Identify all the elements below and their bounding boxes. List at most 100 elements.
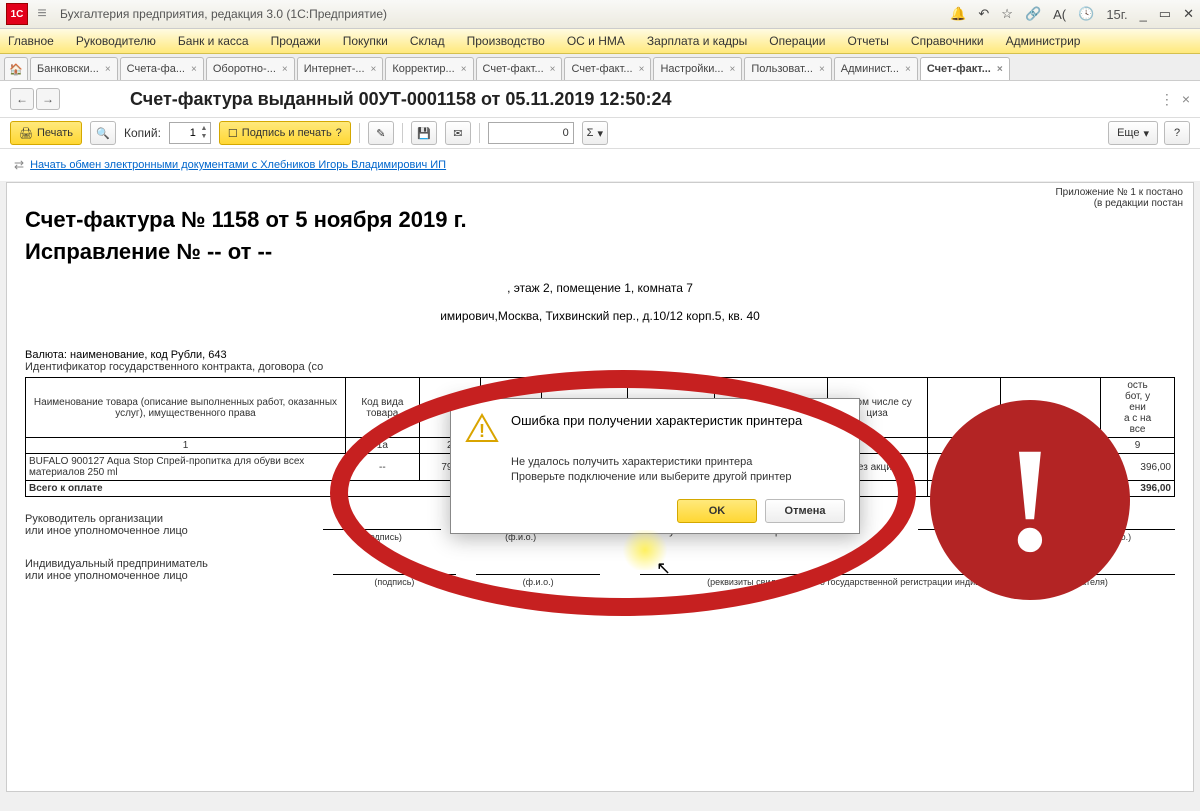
dialog-title: Ошибка при получении характеристик принт… xyxy=(511,413,802,430)
copies-stepper[interactable]: ▲▼ xyxy=(169,122,211,144)
edo-link[interactable]: Начать обмен электронными документами с … xyxy=(30,159,446,171)
th-name: Наименование товара (описание выполненны… xyxy=(26,378,346,438)
tab[interactable]: Счет-факт... × xyxy=(920,57,1010,80)
menu-item[interactable]: Производство xyxy=(467,34,545,48)
tab-close-icon[interactable]: × xyxy=(461,64,467,75)
tab[interactable]: Оборотно-... × xyxy=(206,57,295,80)
menu-item[interactable]: Главное xyxy=(8,34,54,48)
hamburger-icon[interactable]: ≡ xyxy=(32,5,52,23)
tab-label: Пользоват... xyxy=(751,63,813,75)
titlebar: 1C ≡ Бухгалтерия предприятия, редакция 3… xyxy=(0,0,1200,29)
edit-icon[interactable]: ✎ xyxy=(368,121,394,145)
th-code: Код вида товара xyxy=(345,378,419,438)
tab[interactable]: Счет-факт... × xyxy=(564,57,651,80)
sign-print-button[interactable]: ☐ Подпись и печать ? xyxy=(219,121,351,145)
sigma-button[interactable]: Σ ▾ xyxy=(582,121,608,145)
more-icon[interactable]: ⋮ xyxy=(1160,91,1174,108)
menu-item[interactable]: Склад xyxy=(410,34,445,48)
menu-item[interactable]: Операции xyxy=(769,34,825,48)
tab-label: Корректир... xyxy=(392,63,454,75)
preview-button[interactable]: 🔍 xyxy=(90,121,116,145)
tab-close-icon[interactable]: × xyxy=(105,64,111,75)
tab-label: Счет-факт... xyxy=(483,63,544,75)
tab-close-icon[interactable]: × xyxy=(282,64,288,75)
error-dialog: ! Ошибка при получении характеристик при… xyxy=(450,398,860,534)
maximize-icon[interactable]: ▭ xyxy=(1159,6,1171,22)
correction-heading: Исправление № -- от -- xyxy=(25,239,1175,265)
tab-label: Оборотно-... xyxy=(213,63,276,75)
tab[interactable]: Корректир... × xyxy=(385,57,473,80)
tab[interactable]: Пользоват... × xyxy=(744,57,831,80)
sum-field[interactable]: 0 xyxy=(488,122,574,144)
document-header: ← → Счет-фактура выданный 00УТ-0001158 о… xyxy=(0,81,1200,118)
tab-close-icon[interactable]: × xyxy=(730,64,736,75)
address-2: имирович,Москва, Тихвинский пер., д.10/1… xyxy=(25,309,1175,323)
currency-label: Валюта: наименование, код Рубли, 643 xyxy=(25,349,1175,361)
warning-icon: ! xyxy=(465,413,499,443)
close-doc-icon[interactable]: × xyxy=(1182,91,1190,107)
tab[interactable]: Интернет-... × xyxy=(297,57,384,80)
tab-label: Счета-фа... xyxy=(127,63,185,75)
menu-item[interactable]: Покупки xyxy=(343,34,388,48)
minimize-icon[interactable]: _ xyxy=(1140,7,1147,22)
mail-icon[interactable]: ✉ xyxy=(445,121,471,145)
ok-button[interactable]: OK xyxy=(677,499,757,523)
tab[interactable]: Настройки... × xyxy=(653,57,742,80)
tab[interactable]: Счета-фа... × xyxy=(120,57,204,80)
link-bar: ⇄ Начать обмен электронными документами … xyxy=(0,149,1200,182)
app-title: Бухгалтерия предприятия, редакция 3.0 (1… xyxy=(60,7,387,21)
save-icon[interactable]: 💾 xyxy=(411,121,437,145)
tab-label: Счет-факт... xyxy=(571,63,632,75)
nav-back-button[interactable]: ← xyxy=(10,88,34,110)
nav-forward-button[interactable]: → xyxy=(36,88,60,110)
print-button[interactable]: 🖨 Печать xyxy=(10,121,82,145)
bell-icon[interactable]: 🔔 xyxy=(950,6,966,22)
tab-label: Админист... xyxy=(841,63,899,75)
history-icon[interactable]: ↶ xyxy=(978,6,989,22)
svg-text:!: ! xyxy=(479,421,485,441)
cancel-button[interactable]: Отмена xyxy=(765,499,845,523)
address-1: , этаж 2, помещение 1, комната 7 xyxy=(25,281,1175,295)
tab-label: Банковски... xyxy=(37,63,99,75)
tab[interactable]: Банковски... × xyxy=(30,57,118,80)
tab[interactable]: Счет-факт... × xyxy=(476,57,563,80)
tab-close-icon[interactable]: × xyxy=(905,64,911,75)
tab-label: Настройки... xyxy=(660,63,723,75)
link-icon[interactable]: 🔗 xyxy=(1025,6,1041,22)
menu-item[interactable]: Справочники xyxy=(911,34,984,48)
dialog-message: Не удалось получить характеристики принт… xyxy=(511,455,845,485)
menu-item[interactable]: Руководителю xyxy=(76,34,156,48)
contract-label: Идентификатор государственного контракта… xyxy=(25,361,1175,373)
menu-item[interactable]: Администрир xyxy=(1006,34,1081,48)
tab-close-icon[interactable]: × xyxy=(371,64,377,75)
exclamation-icon: ! xyxy=(1005,425,1055,575)
star-icon[interactable]: ☆ xyxy=(1001,6,1013,22)
annex-note: Приложение № 1 к постано (в редакции пос… xyxy=(1055,187,1183,209)
menu-item[interactable]: Продажи xyxy=(271,34,321,48)
document-title: Счет-фактура выданный 00УТ-0001158 от 05… xyxy=(130,89,671,110)
menu-item[interactable]: Отчеты xyxy=(847,34,888,48)
user-label: А( xyxy=(1053,7,1066,22)
help-button[interactable]: ? xyxy=(1164,121,1190,145)
tab-close-icon[interactable]: × xyxy=(819,64,825,75)
app-logo: 1C xyxy=(6,3,28,25)
main-menu: Главное Руководителю Банк и касса Продаж… xyxy=(0,29,1200,54)
menu-item[interactable]: Банк и касса xyxy=(178,34,249,48)
home-tab[interactable]: 🏠 xyxy=(4,57,28,80)
tab-close-icon[interactable]: × xyxy=(639,64,645,75)
close-icon[interactable]: ✕ xyxy=(1183,6,1194,22)
toolbar: 🖨 Печать 🔍 Копий: ▲▼ ☐ Подпись и печать … xyxy=(0,118,1200,149)
tab-label: Счет-факт... xyxy=(927,63,991,75)
annotation-badge: ! xyxy=(930,400,1130,600)
more-button[interactable]: Еще ▾ xyxy=(1108,121,1158,145)
exchange-icon: ⇄ xyxy=(14,158,24,172)
tab-close-icon[interactable]: × xyxy=(550,64,556,75)
menu-item[interactable]: ОС и НМА xyxy=(567,34,625,48)
tab-label: Интернет-... xyxy=(304,63,365,75)
tab-close-icon[interactable]: × xyxy=(997,64,1003,75)
th-right: остьбот, уениа с навсе xyxy=(1101,378,1175,438)
tab[interactable]: Админист... × xyxy=(834,57,918,80)
clock-icon[interactable]: 🕓 xyxy=(1078,6,1094,22)
tab-close-icon[interactable]: × xyxy=(191,64,197,75)
menu-item[interactable]: Зарплата и кадры xyxy=(647,34,747,48)
